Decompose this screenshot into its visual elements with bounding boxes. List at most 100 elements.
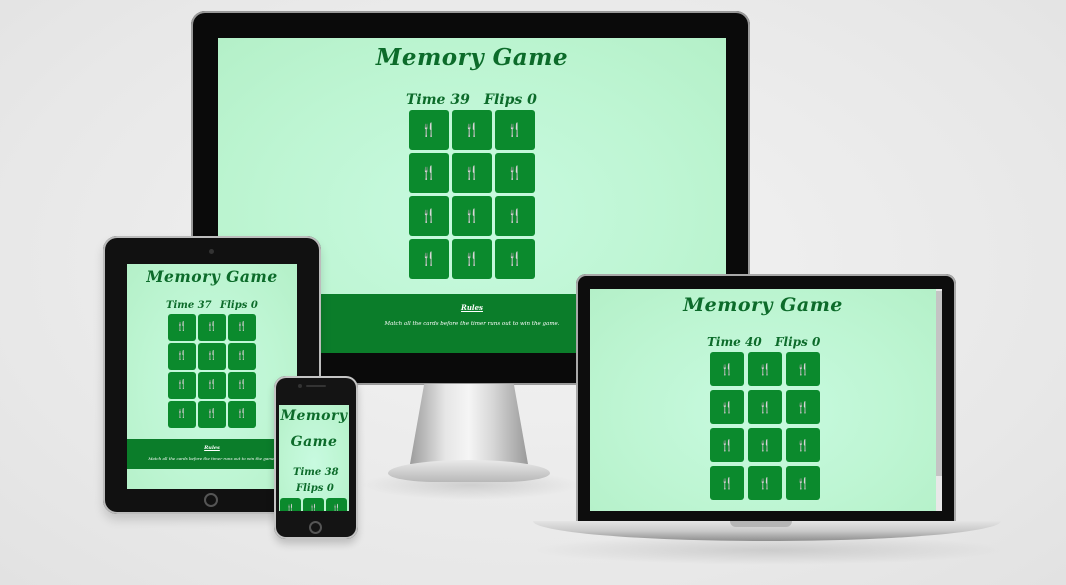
fork-knife-icon: 🍴	[176, 409, 188, 419]
tablet-camera	[209, 249, 214, 254]
card-grid: 🍴 🍴 🍴 🍴 🍴 🍴 🍴 🍴 🍴 🍴 🍴 🍴	[409, 110, 535, 279]
memory-card[interactable]: 🍴	[198, 314, 226, 341]
memory-card[interactable]: 🍴	[280, 498, 301, 511]
fork-knife-icon: 🍴	[463, 208, 481, 224]
memory-card[interactable]: 🍴	[786, 390, 820, 424]
memory-card[interactable]: 🍴	[198, 401, 226, 428]
timer: Time 39	[406, 92, 470, 108]
memory-card[interactable]: 🍴	[409, 196, 449, 236]
flips-label: Flips	[775, 335, 808, 349]
memory-card[interactable]: 🍴	[748, 352, 782, 386]
tablet-home-button[interactable]	[204, 493, 218, 507]
memory-card[interactable]: 🍴	[710, 390, 744, 424]
memory-card[interactable]: 🍴	[228, 314, 256, 341]
memory-card[interactable]: 🍴	[228, 372, 256, 399]
fork-knife-icon: 🍴	[463, 165, 481, 181]
memory-card[interactable]: 🍴	[748, 428, 782, 462]
memory-card[interactable]: 🍴	[409, 239, 449, 279]
fork-knife-icon: 🍴	[206, 322, 218, 332]
rules-link[interactable]: Rules	[127, 445, 297, 451]
fork-knife-icon: 🍴	[236, 380, 248, 390]
memory-card[interactable]: 🍴	[495, 153, 535, 193]
timer: Time 40	[707, 335, 762, 349]
flips-label: Flips	[296, 483, 324, 494]
fork-knife-icon: 🍴	[506, 208, 524, 224]
tablet-screen: Memory Game Time 37 Flips 0 🍴 🍴 🍴 🍴 🍴 🍴 🍴 🍴 🍴 🍴 🍴 🍴…	[127, 264, 297, 489]
fork-knife-icon: 🍴	[463, 122, 481, 138]
flips-value: 0	[527, 92, 537, 108]
fork-knife-icon: 🍴	[758, 362, 772, 376]
memory-card[interactable]: 🍴	[452, 153, 492, 193]
fork-knife-icon: 🍴	[420, 208, 438, 224]
time-label: Time	[707, 335, 741, 349]
memory-card[interactable]: 🍴	[452, 110, 492, 150]
phone-screen: Memory Game Time 38 Flips 0 🍴 🍴 🍴	[279, 405, 349, 511]
card-grid: 🍴 🍴 🍴 🍴 🍴 🍴 🍴 🍴 🍴 🍴 🍴 🍴	[710, 352, 820, 500]
memory-card[interactable]: 🍴	[198, 372, 226, 399]
flips-value: 0	[811, 335, 821, 349]
page-title: Memory Game	[683, 294, 843, 316]
memory-card[interactable]: 🍴	[168, 372, 196, 399]
laptop-scrollbar-thumb[interactable]	[936, 291, 942, 476]
time-value: 39	[450, 92, 470, 108]
time-value: 37	[197, 300, 212, 311]
fork-knife-icon: 🍴	[206, 409, 218, 419]
timer: Time 37	[166, 300, 212, 311]
page-title-line1: Memory	[280, 408, 348, 424]
fork-knife-icon: 🍴	[206, 351, 218, 361]
monitor-base	[388, 460, 550, 482]
phone-home-button[interactable]	[309, 521, 322, 534]
flips-label: Flips	[484, 92, 523, 108]
page-footer: Rules Match all the cards before the tim…	[127, 439, 297, 469]
flips-value: 0	[250, 300, 258, 311]
fork-knife-icon: 🍴	[176, 351, 188, 361]
laptop-notch	[730, 521, 792, 527]
memory-card[interactable]: 🍴	[710, 428, 744, 462]
memory-card[interactable]: 🍴	[710, 466, 744, 500]
fork-knife-icon: 🍴	[420, 251, 438, 267]
laptop-scrollbar[interactable]	[936, 289, 942, 511]
memory-card[interactable]: 🍴	[748, 466, 782, 500]
phone-speaker	[306, 385, 326, 387]
flip-counter: Flips 0	[484, 92, 537, 108]
fork-knife-icon: 🍴	[506, 122, 524, 138]
memory-card[interactable]: 🍴	[198, 343, 226, 370]
monitor-stand	[410, 384, 528, 464]
fork-knife-icon: 🍴	[758, 438, 772, 452]
memory-card[interactable]: 🍴	[228, 401, 256, 428]
memory-card[interactable]: 🍴	[452, 239, 492, 279]
memory-card[interactable]: 🍴	[495, 110, 535, 150]
fork-knife-icon: 🍴	[236, 322, 248, 332]
memory-card[interactable]: 🍴	[228, 343, 256, 370]
memory-card[interactable]: 🍴	[409, 153, 449, 193]
memory-card[interactable]: 🍴	[495, 196, 535, 236]
rules-text: Match all the cards before the timer run…	[148, 456, 276, 461]
memory-card[interactable]: 🍴	[495, 239, 535, 279]
fork-knife-icon: 🍴	[309, 504, 318, 512]
memory-card[interactable]: 🍴	[786, 428, 820, 462]
memory-card[interactable]: 🍴	[786, 466, 820, 500]
fork-knife-icon: 🍴	[796, 400, 810, 414]
memory-card[interactable]: 🍴	[168, 314, 196, 341]
memory-card[interactable]: 🍴	[748, 390, 782, 424]
memory-card[interactable]: 🍴	[168, 343, 196, 370]
time-label: Time	[166, 300, 195, 311]
fork-knife-icon: 🍴	[720, 476, 734, 490]
memory-card[interactable]: 🍴	[326, 498, 347, 511]
memory-card[interactable]: 🍴	[452, 196, 492, 236]
fork-knife-icon: 🍴	[506, 165, 524, 181]
flip-counter: Flips 0	[296, 483, 334, 494]
memory-card[interactable]: 🍴	[303, 498, 324, 511]
fork-knife-icon: 🍴	[236, 351, 248, 361]
timer: Time 38	[293, 467, 339, 478]
memory-card[interactable]: 🍴	[409, 110, 449, 150]
fork-knife-icon: 🍴	[236, 409, 248, 419]
fork-knife-icon: 🍴	[758, 476, 772, 490]
flip-counter: Flips 0	[775, 335, 820, 349]
fork-knife-icon: 🍴	[796, 438, 810, 452]
memory-card[interactable]: 🍴	[786, 352, 820, 386]
fork-knife-icon: 🍴	[796, 362, 810, 376]
memory-card[interactable]: 🍴	[168, 401, 196, 428]
memory-card[interactable]: 🍴	[710, 352, 744, 386]
fork-knife-icon: 🍴	[720, 400, 734, 414]
